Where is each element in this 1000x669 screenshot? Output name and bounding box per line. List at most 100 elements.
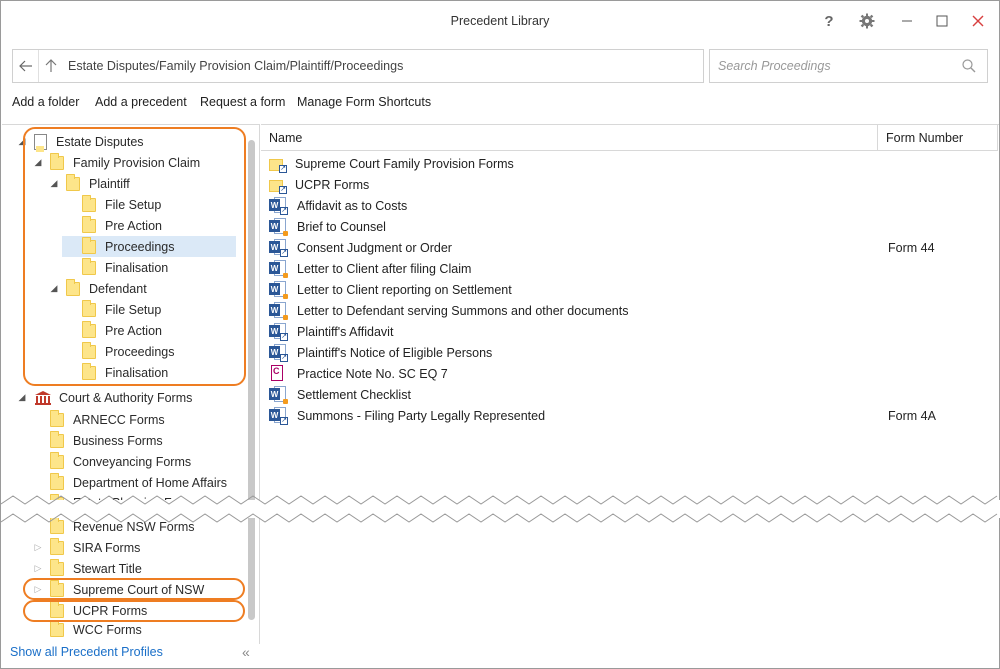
tree-item-label: Conveyancing Forms: [73, 454, 192, 469]
tree-item-plaintiff-pre-action[interactable]: Pre Action: [82, 215, 162, 236]
tree-item-label: Finalisation: [105, 365, 169, 380]
settings-button[interactable]: [856, 10, 878, 32]
help-button[interactable]: ?: [818, 10, 840, 32]
collapse-arrow-icon[interactable]: ◢: [17, 387, 27, 408]
request-form-button[interactable]: Request a form: [200, 95, 285, 109]
list-item-name: Brief to Counsel: [297, 219, 386, 234]
folder-icon: [50, 600, 64, 618]
expand-arrow-icon[interactable]: ▷: [33, 558, 43, 579]
list-item[interactable]: W Letter to Defendant serving Summons and…: [269, 300, 628, 321]
tree-item-family-provision-claim[interactable]: Family Provision Claim: [50, 152, 200, 173]
precedent-library-window: Precedent Library ? Estate Disputes/Fami…: [0, 0, 1000, 669]
tree-item-wcc-forms[interactable]: WCC Forms: [50, 621, 142, 639]
word-document-icon: W: [269, 302, 288, 320]
scrollbar-thumb[interactable]: [248, 140, 255, 620]
list-item-name: Affidavit as to Costs: [297, 198, 408, 213]
tree-item-plaintiff-finalisation[interactable]: Finalisation: [82, 257, 168, 278]
list-item[interactable]: W Settlement Checklist: [269, 384, 411, 405]
address-bar[interactable]: Estate Disputes/Family Provision Claim/P…: [12, 49, 704, 83]
search-box[interactable]: [709, 49, 988, 83]
list-item[interactable]: W ↗ Summons - Filing Party Legally Represe…: [269, 405, 545, 426]
tree-item-label: WCC Forms: [73, 623, 142, 637]
tree-item-label: Supreme Court of NSW: [73, 582, 205, 597]
column-header-name[interactable]: Name: [261, 125, 878, 151]
folder-icon: [82, 341, 96, 359]
tree-item-label: Pre Action: [105, 323, 162, 338]
list-item[interactable]: W ↗ Consent Judgment or Order: [269, 237, 452, 258]
tree-item-plaintiff-proceedings[interactable]: Proceedings: [62, 236, 236, 257]
collapse-arrow-icon[interactable]: ◢: [49, 278, 59, 299]
list-item-name: Letter to Client reporting on Settlement: [297, 282, 512, 297]
word-shortcut-icon: W ↗: [269, 407, 288, 425]
tree-item-conveyancing-forms[interactable]: Conveyancing Forms: [50, 451, 191, 472]
add-precedent-button[interactable]: Add a precedent: [95, 95, 187, 109]
tree-item-defendant[interactable]: Defendant: [66, 278, 147, 299]
list-item-form-number: Form 4A: [888, 408, 936, 423]
tree-item-court-authority-forms[interactable]: Court & Authority Forms: [34, 387, 192, 408]
list-item[interactable]: W ↗ Plaintiff's Notice of Eligible Persons: [269, 342, 492, 363]
tree-item-label: File Setup: [105, 302, 162, 317]
tree-item-ucpr-forms[interactable]: UCPR Forms: [50, 600, 147, 621]
search-input[interactable]: [716, 56, 956, 76]
folder-icon: [82, 236, 96, 254]
word-document-icon: W: [269, 386, 288, 404]
collapse-arrow-icon[interactable]: ◢: [17, 131, 27, 152]
word-shortcut-icon: W ↗: [269, 197, 288, 215]
list-item[interactable]: W ↗ Plaintiff's Affidavit: [269, 321, 393, 342]
tree-item-stewart-title[interactable]: Stewart Title: [50, 558, 142, 579]
tree-item-label: Family Provision Claim: [73, 155, 201, 170]
list-item[interactable]: ↗ UCPR Forms: [269, 174, 369, 195]
tree-item-plaintiff[interactable]: Plaintiff: [66, 173, 130, 194]
tree-item-defendant-file-setup[interactable]: File Setup: [82, 299, 161, 320]
tree-item-sira-forms[interactable]: SIRA Forms: [50, 537, 140, 558]
list-item[interactable]: W Brief to Counsel: [269, 216, 386, 237]
show-all-profiles-link[interactable]: Show all Precedent Profiles: [10, 645, 163, 659]
folder-icon: [50, 621, 64, 637]
maximize-button[interactable]: [931, 10, 953, 32]
close-button[interactable]: [967, 10, 989, 32]
tree-item-arnecc-forms[interactable]: ARNECC Forms: [50, 409, 165, 430]
folder-icon: [66, 278, 80, 296]
collapse-arrow-icon[interactable]: ◢: [49, 173, 59, 194]
up-button[interactable]: [39, 50, 63, 82]
expand-arrow-icon[interactable]: ▷: [33, 579, 43, 600]
column-header-form-number[interactable]: Form Number: [878, 125, 998, 151]
breadcrumb-path[interactable]: Estate Disputes/Family Provision Claim/P…: [68, 59, 403, 73]
tree-item-label: Plaintiff: [89, 176, 130, 191]
folder-icon: [50, 430, 64, 448]
minimize-button[interactable]: [896, 10, 918, 32]
list-item[interactable]: C Practice Note No. SC EQ 7: [269, 363, 448, 384]
tree-item-estate-disputes[interactable]: Estate Disputes: [34, 131, 144, 152]
list-item[interactable]: W Letter to Client after filing Claim: [269, 258, 471, 279]
tree-item-business-forms[interactable]: Business Forms: [50, 430, 163, 451]
folder-icon: [82, 299, 96, 317]
tree-item-plaintiff-file-setup[interactable]: File Setup: [82, 194, 161, 215]
tree-item-defendant-proceedings[interactable]: Proceedings: [82, 341, 175, 362]
search-icon[interactable]: [961, 58, 977, 74]
tree-item-department-home-affairs[interactable]: Department of Home Affairs: [50, 472, 227, 493]
expand-arrow-icon[interactable]: ▷: [33, 537, 43, 558]
list-item-name: Letter to Client after filing Claim: [297, 261, 472, 276]
list-item[interactable]: W Letter to Client reporting on Settlemen…: [269, 279, 512, 300]
folder-shortcut-icon: ↗: [269, 157, 287, 173]
tree-item-supreme-court-nsw[interactable]: Supreme Court of NSW: [50, 579, 204, 600]
collapse-pane-icon[interactable]: «: [242, 644, 250, 660]
list-item[interactable]: ↗ Supreme Court Family Provision Forms: [269, 153, 514, 174]
back-button[interactable]: [13, 50, 39, 82]
word-document-icon: W: [269, 260, 288, 278]
tree-item-label: Stewart Title: [73, 561, 142, 576]
word-shortcut-icon: W ↗: [269, 344, 288, 362]
folder-icon: [50, 152, 64, 170]
tree-scrollbar[interactable]: [248, 140, 255, 620]
manage-form-shortcuts-button[interactable]: Manage Form Shortcuts: [297, 95, 431, 109]
minimize-icon: [902, 20, 912, 22]
folder-icon: [82, 194, 96, 212]
add-folder-button[interactable]: Add a folder: [12, 95, 79, 109]
collapse-arrow-icon[interactable]: ◢: [33, 152, 43, 173]
tree-item-defendant-finalisation[interactable]: Finalisation: [82, 362, 168, 383]
tree-item-defendant-pre-action[interactable]: Pre Action: [82, 320, 162, 341]
list-item[interactable]: W ↗ Affidavit as to Costs: [269, 195, 407, 216]
tree-item-label: Pre Action: [105, 218, 162, 233]
tree-item-label: Court & Authority Forms: [59, 390, 193, 405]
up-arrow-icon: [45, 59, 57, 72]
